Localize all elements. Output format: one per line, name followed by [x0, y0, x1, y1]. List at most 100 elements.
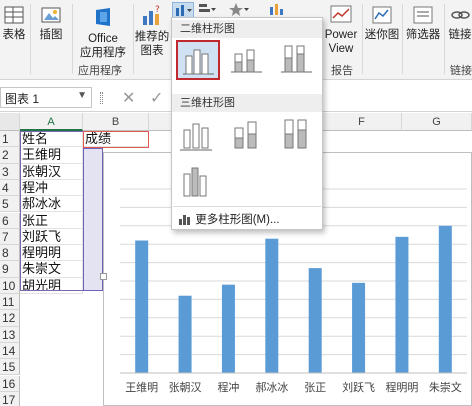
cell-name[interactable]: 胡光明	[20, 277, 83, 294]
cell-name[interactable]: 程冲	[20, 179, 83, 197]
row-header[interactable]: 14	[0, 342, 20, 360]
column-header-b[interactable]: B	[83, 113, 149, 131]
bar[interactable]	[135, 240, 149, 373]
row-header[interactable]: 12	[0, 310, 20, 327]
stacked-column-option[interactable]	[226, 40, 270, 80]
recommended-label-2: 图表	[140, 45, 164, 57]
cell-name[interactable]: 朱崇文	[20, 261, 83, 278]
recommended-label: 推荐的	[134, 31, 170, 43]
percent-stacked-column-option[interactable]	[276, 40, 320, 80]
3d-column-option[interactable]	[176, 160, 220, 200]
star-chart-icon	[229, 3, 249, 16]
separator	[444, 4, 445, 74]
category-label: 程明明	[385, 381, 418, 394]
row-header[interactable]: 2	[0, 147, 20, 164]
category-label: 张朝汉	[169, 381, 202, 394]
bar[interactable]	[352, 282, 366, 373]
bar[interactable]	[308, 268, 322, 373]
row-header[interactable]: 5	[0, 196, 20, 213]
row-header[interactable]: 1	[0, 131, 20, 148]
picture-icon	[41, 7, 61, 23]
3d-clustered-column-icon	[180, 123, 212, 151]
pivot-chart-icon	[270, 4, 283, 15]
bar[interactable]	[221, 284, 235, 373]
row-header[interactable]: 4	[0, 179, 20, 197]
bar-chart-button[interactable]	[197, 2, 219, 18]
recommended-chart-icon: ?	[143, 5, 160, 25]
bar[interactable]	[438, 225, 452, 373]
name-box[interactable]: 图表 1 ▼	[0, 87, 92, 108]
chevron-down-icon[interactable]: ▼	[77, 90, 87, 101]
category-label: 程冲	[217, 380, 239, 394]
3d-percent-stacked-column-option[interactable]	[276, 114, 320, 154]
cell-header-score[interactable]: 成绩	[83, 131, 149, 148]
office-store-icon	[96, 8, 110, 26]
illustrations-label: 插图	[39, 29, 63, 41]
row-header[interactable]: 11	[0, 294, 20, 311]
column-chart-button[interactable]	[172, 2, 194, 18]
resize-handle-left[interactable]	[100, 273, 107, 280]
column-header-g[interactable]: G	[402, 113, 472, 131]
column-header-f[interactable]: F	[322, 113, 402, 131]
power-view-label-2: View	[328, 43, 354, 55]
3d-clustered-column-option[interactable]	[176, 114, 220, 154]
separator	[72, 4, 73, 74]
office-label: Office	[88, 33, 118, 45]
formula-bar-grip[interactable]	[100, 92, 103, 104]
select-all-corner[interactable]	[0, 113, 20, 131]
row-header[interactable]: 17	[0, 391, 20, 406]
3d-percent-stacked-column-icon	[284, 119, 307, 149]
illustrations-button[interactable]: 插图	[34, 4, 68, 42]
separator	[30, 4, 31, 74]
cancel-icon[interactable]: ✕	[122, 88, 135, 108]
office-apps-button[interactable]: Office 应用程序	[74, 4, 132, 60]
row-header[interactable]: 3	[0, 163, 20, 180]
column-header-a[interactable]: A	[20, 113, 83, 131]
column-chart-icon	[176, 5, 192, 16]
more-column-charts-option[interactable]: 更多柱形图(M)...	[178, 211, 318, 227]
svg-text:?: ?	[155, 5, 160, 15]
range-highlight-values	[83, 148, 103, 291]
cell-name[interactable]: 郝冰冰	[20, 196, 83, 213]
category-label: 郝冰冰	[255, 380, 288, 394]
row-header[interactable]: 6	[0, 212, 20, 229]
filters-button[interactable]: 筛选器	[404, 4, 442, 42]
3d-stacked-column-icon	[234, 121, 257, 149]
link-icon	[451, 11, 470, 19]
cell-name[interactable]: 王维明	[20, 147, 83, 164]
slicer-icon	[413, 6, 433, 24]
row-header[interactable]: 7	[0, 228, 20, 246]
bar[interactable]	[395, 236, 409, 373]
cell-name[interactable]: 张正	[20, 212, 83, 229]
bar[interactable]	[178, 295, 192, 373]
cell-name[interactable]: 刘跃飞	[20, 228, 83, 246]
clustered-column-option[interactable]	[176, 40, 220, 80]
filters-label: 筛选器	[405, 29, 441, 41]
row-header[interactable]: 13	[0, 326, 20, 343]
pivot-chart-button[interactable]	[268, 2, 292, 18]
report-group-label: 报告	[331, 65, 353, 77]
recommended-charts-button[interactable]: ? 推荐的 图表	[134, 4, 170, 58]
category-label: 刘跃飞	[342, 380, 375, 394]
power-view-button[interactable]: Power View	[322, 4, 360, 56]
3d-stacked-column-option[interactable]	[226, 114, 270, 154]
power-view-label: Power	[324, 29, 358, 41]
separator	[402, 4, 403, 74]
row-header[interactable]: 15	[0, 359, 20, 376]
row-header[interactable]: 10	[0, 277, 20, 294]
section-3d-column: 三维柱形图	[172, 94, 322, 112]
row-header[interactable]: 9	[0, 261, 20, 278]
cell-name[interactable]: 张朝汉	[20, 163, 83, 180]
stacked-column-icon	[231, 49, 262, 73]
other-chart-button[interactable]	[228, 2, 252, 18]
link-button[interactable]: 链接	[446, 4, 472, 42]
row-header[interactable]: 16	[0, 375, 20, 392]
sparklines-button[interactable]: 迷你图	[364, 4, 400, 42]
bar[interactable]	[265, 238, 279, 373]
confirm-icon[interactable]: ✓	[150, 88, 163, 108]
percent-stacked-column-icon	[281, 45, 312, 73]
cell-name[interactable]: 程明明	[20, 245, 83, 262]
row-header[interactable]: 8	[0, 245, 20, 262]
cell-header-name[interactable]: 姓名	[20, 131, 83, 148]
table-button[interactable]: 表格	[0, 4, 28, 42]
